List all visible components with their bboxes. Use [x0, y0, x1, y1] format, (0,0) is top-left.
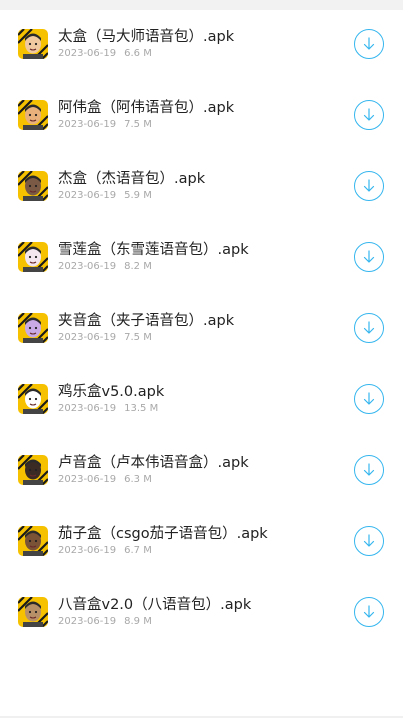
- file-name: 杰盒（杰语音包）.apk: [58, 171, 206, 187]
- download-arrow-icon: [363, 250, 375, 263]
- file-list-item[interactable]: 太盒（马大师语音包）.apk 2023-06-19 6.6 M: [0, 10, 403, 81]
- file-name: 卢音盒（卢本伟语音盒）.apk: [58, 455, 249, 471]
- download-arrow-icon: [363, 463, 375, 476]
- file-date: 2023-06-19: [58, 190, 117, 201]
- download-arrow-icon: [363, 108, 375, 121]
- download-button[interactable]: [354, 597, 384, 627]
- file-meta: 2023-06-19 8.2 M: [58, 260, 152, 274]
- file-list-item[interactable]: 鸡乐盒v5.0.apk 2023-06-19 13.5 M: [0, 365, 403, 436]
- file-date: 2023-06-19: [58, 261, 117, 272]
- file-list-item[interactable]: 阿伟盒（阿伟语音包）.apk 2023-06-19 7.5 M: [0, 81, 403, 152]
- download-button[interactable]: [354, 313, 384, 343]
- file-meta: 2023-06-19 6.7 M: [58, 544, 152, 558]
- file-name: 雪莲盒（东雪莲语音包）.apk: [58, 242, 249, 258]
- file-list-item[interactable]: 卢音盒（卢本伟语音盒）.apk 2023-06-19 6.3 M: [0, 436, 403, 507]
- download-arrow-icon: [363, 605, 375, 618]
- download-button[interactable]: [354, 384, 384, 414]
- file-meta: 2023-06-19 13.5 M: [58, 402, 158, 416]
- file-size: 6.6 M: [124, 48, 152, 59]
- old-man-avatar: [18, 597, 48, 627]
- file-date: 2023-06-19: [58, 616, 117, 627]
- file-list-item[interactable]: 杰盒（杰语音包）.apk 2023-06-19 5.9 M: [0, 152, 403, 223]
- download-arrow-icon: [363, 321, 375, 334]
- anime-girl-purple-hair-avatar: [18, 313, 48, 343]
- file-date: 2023-06-19: [58, 403, 117, 414]
- file-date: 2023-06-19: [58, 48, 117, 59]
- file-name: 阿伟盒（阿伟语音包）.apk: [58, 100, 235, 116]
- file-list-item[interactable]: 茄子盒（csgo茄子语音包）.apk 2023-06-19 6.7 M: [0, 507, 403, 578]
- file-list-item[interactable]: 夹音盒（夹子语音包）.apk 2023-06-19 7.5 M: [0, 294, 403, 365]
- file-name: 夹音盒（夹子语音包）.apk: [58, 313, 235, 329]
- man-blue-shirt-avatar: [18, 526, 48, 556]
- file-meta: 2023-06-19 7.5 M: [58, 118, 152, 132]
- file-date: 2023-06-19: [58, 332, 117, 343]
- file-meta: 2023-06-19 6.6 M: [58, 47, 152, 61]
- file-meta: 2023-06-19 6.3 M: [58, 473, 152, 487]
- man-red-shirt-avatar: [18, 100, 48, 130]
- file-size: 7.5 M: [124, 119, 152, 130]
- file-date: 2023-06-19: [58, 119, 117, 130]
- anime-girl-white-hair-avatar: [18, 242, 48, 272]
- download-arrow-icon: [363, 392, 375, 405]
- file-size: 6.3 M: [124, 474, 152, 485]
- download-button[interactable]: [354, 242, 384, 272]
- file-name: 八音盒v2.0（八语音包）.apk: [58, 597, 252, 613]
- bald-man-avatar: [18, 29, 48, 59]
- file-list-item[interactable]: 八音盒v2.0（八语音包）.apk 2023-06-19 8.9 M: [0, 578, 403, 649]
- download-button[interactable]: [354, 455, 384, 485]
- file-name: 茄子盒（csgo茄子语音包）.apk: [58, 526, 268, 542]
- file-size: 8.9 M: [124, 616, 152, 627]
- file-name: 鸡乐盒v5.0.apk: [58, 384, 165, 400]
- download-button[interactable]: [354, 100, 384, 130]
- man-glasses-avatar: [18, 171, 48, 201]
- file-size: 5.9 M: [124, 190, 152, 201]
- file-meta: 2023-06-19 5.9 M: [58, 189, 152, 203]
- file-meta: 2023-06-19 8.9 M: [58, 615, 152, 629]
- file-meta: 2023-06-19 7.5 M: [58, 331, 152, 345]
- file-size: 6.7 M: [124, 545, 152, 556]
- file-size: 7.5 M: [124, 332, 152, 343]
- man-dark-avatar: [18, 455, 48, 485]
- file-size: 13.5 M: [124, 403, 159, 414]
- file-list-item[interactable]: 雪莲盒（东雪莲语音包）.apk 2023-06-19 8.2 M: [0, 223, 403, 294]
- file-date: 2023-06-19: [58, 545, 117, 556]
- download-arrow-icon: [363, 534, 375, 547]
- file-size: 8.2 M: [124, 261, 152, 272]
- file-date: 2023-06-19: [58, 474, 117, 485]
- download-arrow-icon: [363, 37, 375, 50]
- top-status-strip: [0, 0, 403, 10]
- panda-avatar: [18, 384, 48, 414]
- file-list: 太盒（马大师语音包）.apk 2023-06-19 6.6 M 阿伟盒（阿伟语音包…: [0, 10, 403, 649]
- download-arrow-icon: [363, 179, 375, 192]
- file-name: 太盒（马大师语音包）.apk: [58, 29, 235, 45]
- download-button[interactable]: [354, 29, 384, 59]
- download-button[interactable]: [354, 171, 384, 201]
- download-button[interactable]: [354, 526, 384, 556]
